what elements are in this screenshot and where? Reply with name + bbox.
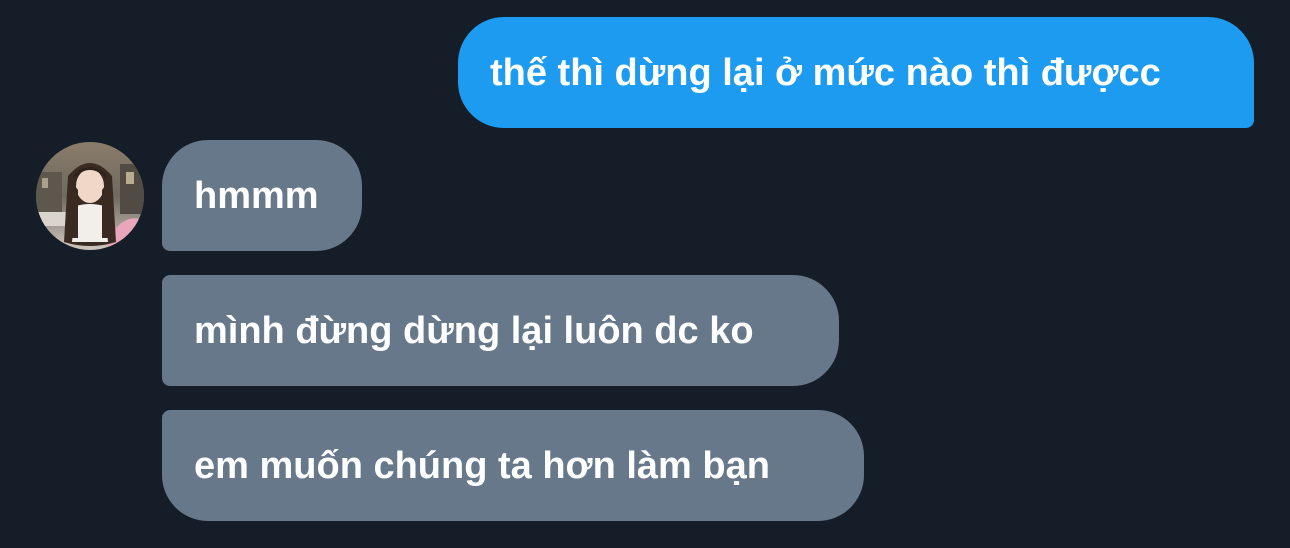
message-text: em muốn chúng ta hơn làm bạn xyxy=(194,444,770,487)
message-text: thế thì dừng lại ở mức nào thì đượcc xyxy=(490,51,1161,94)
message-text: mình đừng dừng lại luôn dc ko xyxy=(194,309,754,352)
outgoing-message-bubble[interactable]: thế thì dừng lại ở mức nào thì đượcc xyxy=(458,17,1254,128)
incoming-message-bubble[interactable]: hmmm xyxy=(162,140,362,251)
message-text: hmmm xyxy=(194,174,319,217)
incoming-message-bubble[interactable]: em muốn chúng ta hơn làm bạn xyxy=(162,410,864,521)
incoming-message-bubble[interactable]: mình đừng dừng lại luôn dc ko xyxy=(162,275,839,386)
contact-avatar[interactable] xyxy=(36,142,144,250)
chat-thread: thế thì dừng lại ở mức nào thì đượcc hmm… xyxy=(0,0,1290,548)
avatar-photo-icon xyxy=(36,142,144,250)
